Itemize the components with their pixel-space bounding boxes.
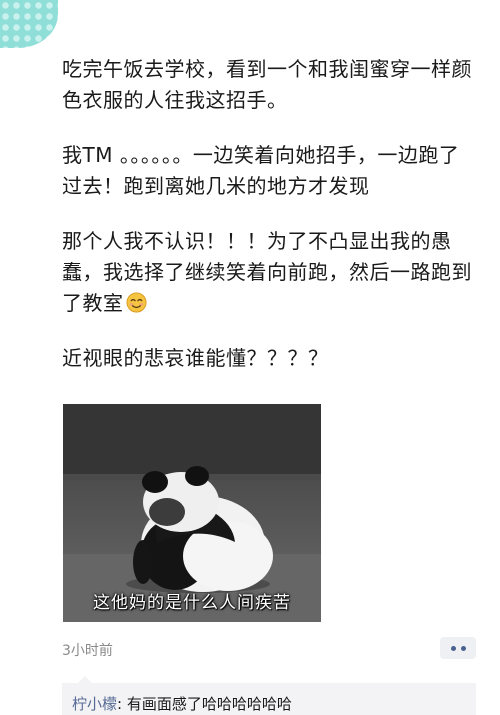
comment-text: 有画面感了哈哈哈哈哈哈 [126, 695, 292, 713]
more-options-button[interactable] [440, 637, 476, 659]
comment-author-link[interactable]: 柠小檬 [72, 695, 117, 713]
post-paragraph-2: 我TM 。。。。。。一边笑着向她招手，一边跑了过去！跑到离她几米的地方才发现 [62, 143, 460, 198]
meme-image[interactable]: 这他妈的是什么人间疾苦 [63, 404, 321, 622]
post-paragraph-1: 吃完午饭去学校，看到一个和我闺蜜穿一样颜色衣服的人往我这招手。 [62, 57, 472, 112]
more-dot-icon [450, 645, 456, 651]
decorative-dot-pattern [0, 0, 58, 48]
post-body: 吃完午饭去学校，看到一个和我闺蜜穿一样颜色衣服的人往我这招手。 我TM 。。。。… [62, 54, 472, 398]
more-dot-icon [460, 645, 466, 651]
meme-caption: 这他妈的是什么人间疾苦 [93, 593, 291, 613]
post-paragraph-3-text: 那个人我不认识！！！为了不凸显出我的愚蠢，我选择了继续笑着向前跑，然后一路跑到了… [62, 229, 472, 315]
smiling-blush-emoji-icon [125, 292, 147, 313]
post-paragraph-3: 那个人我不认识！！！为了不凸显出我的愚蠢，我选择了继续笑着向前跑，然后一路跑到了… [62, 226, 472, 319]
post-timestamp: 3小时前 [62, 643, 113, 659]
moments-post: 吃完午饭去学校，看到一个和我闺蜜穿一样颜色衣服的人往我这招手。 我TM 。。。。… [0, 0, 500, 715]
comment-item: 柠小檬: 有画面感了哈哈哈哈哈哈 [72, 693, 292, 714]
post-paragraph-4: 近视眼的悲哀谁能懂？？？？ [62, 346, 329, 370]
comment-separator: : [117, 695, 127, 713]
comments-section: 柠小檬: 有画面感了哈哈哈哈哈哈 [62, 676, 476, 715]
